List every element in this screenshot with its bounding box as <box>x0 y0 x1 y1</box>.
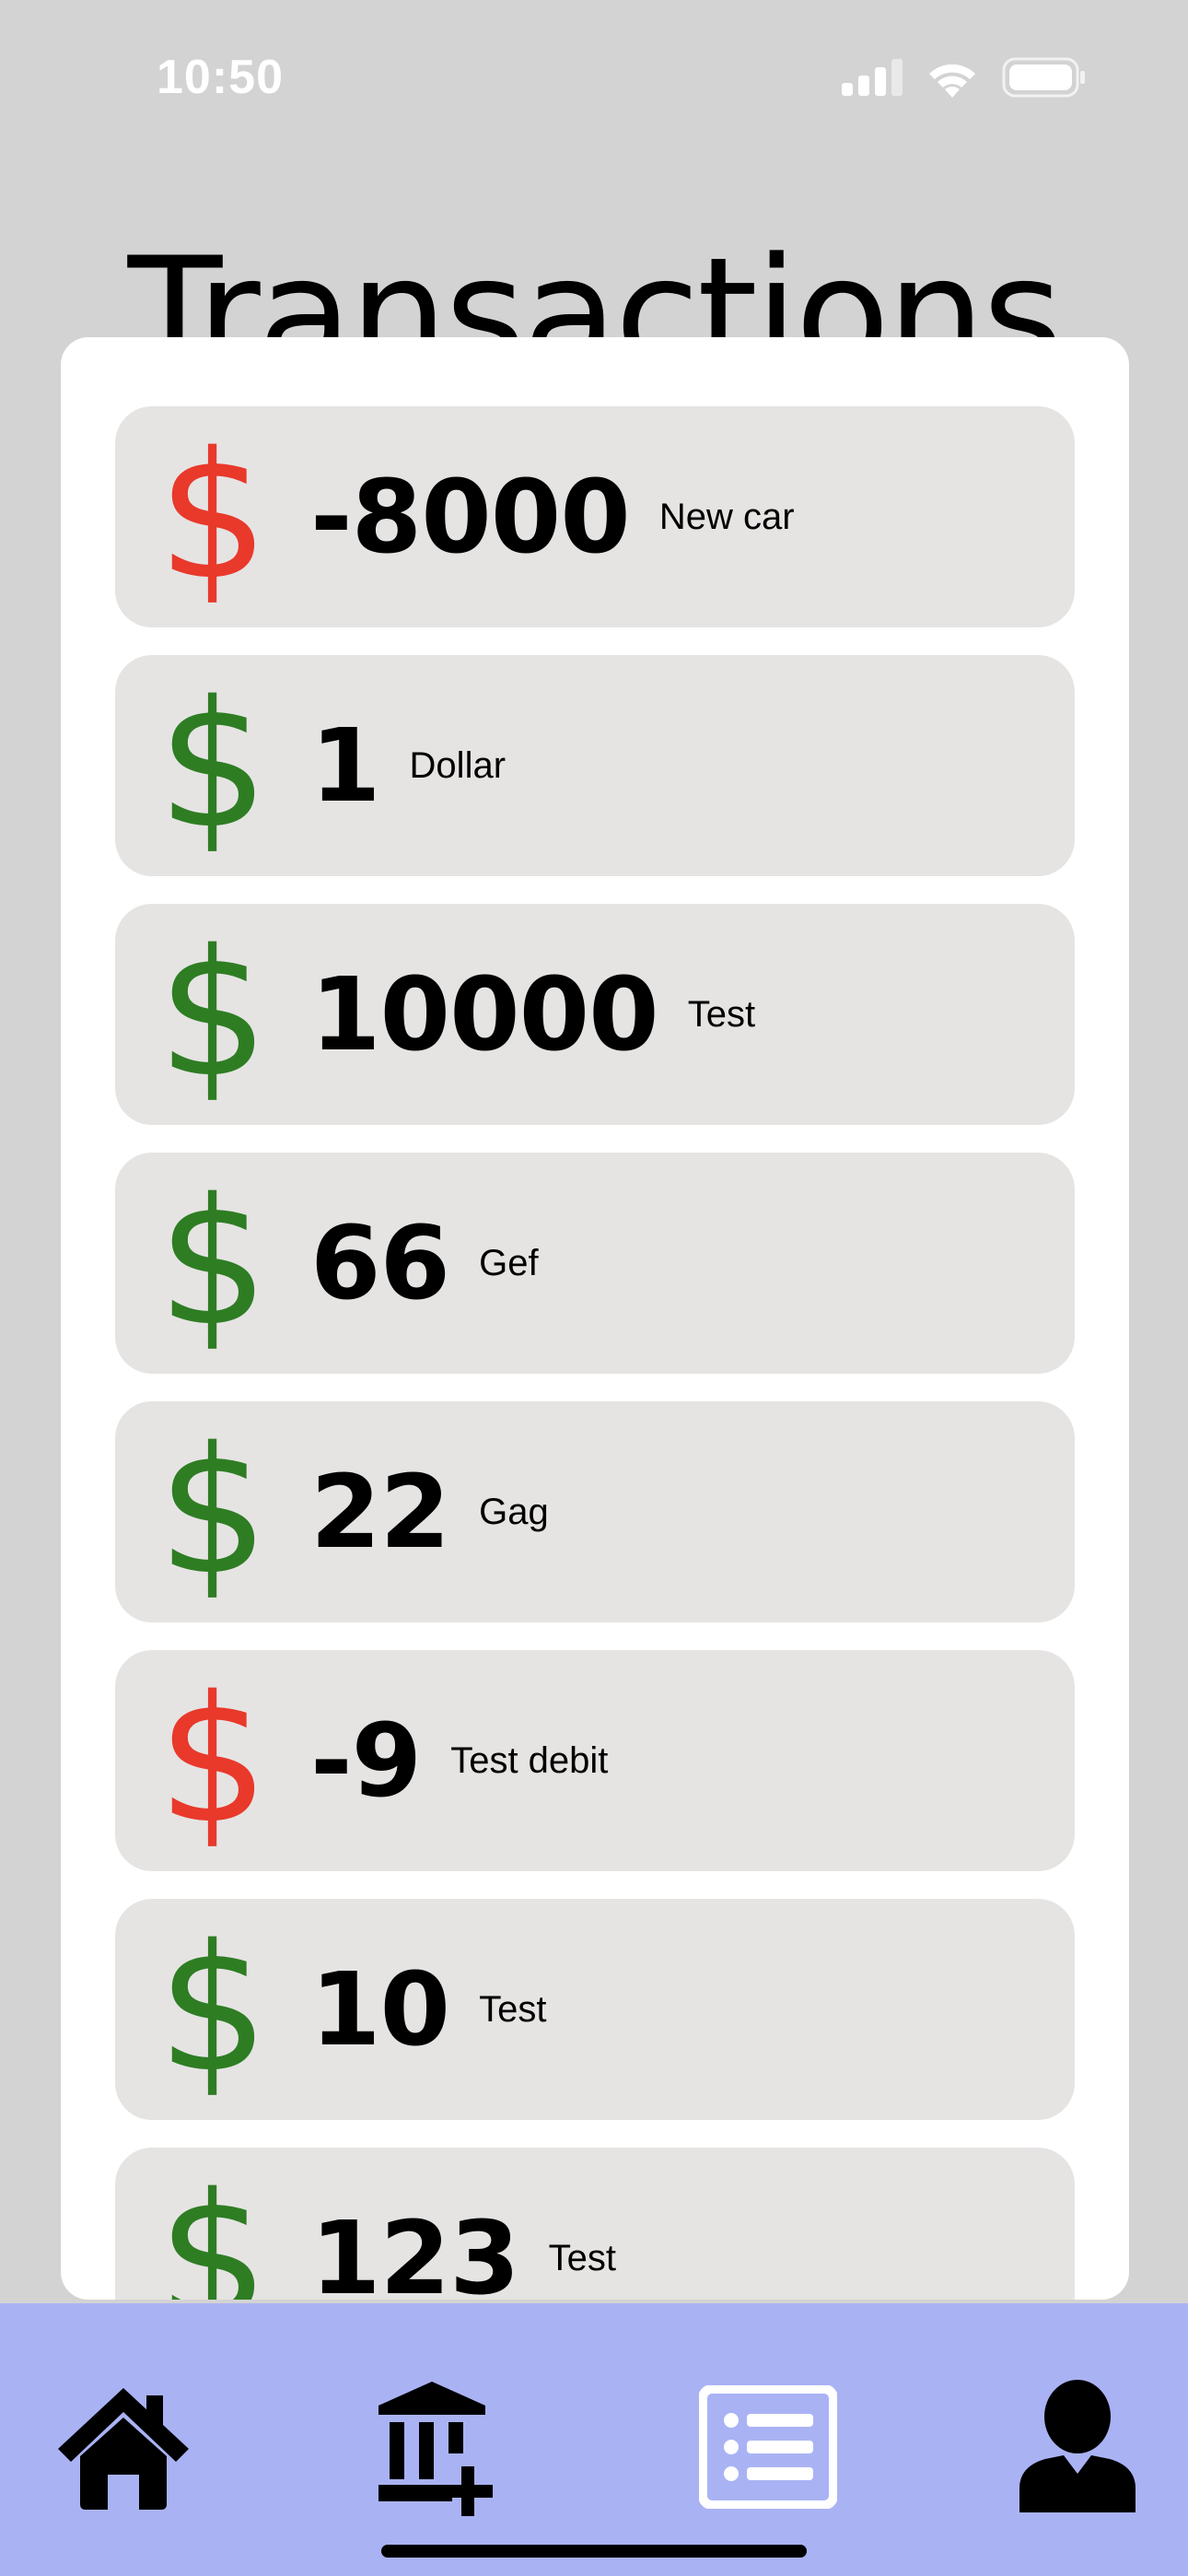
transaction-amount: 66 <box>310 1204 450 1322</box>
transaction-amount: -8000 <box>310 458 631 576</box>
battery-icon <box>1002 57 1087 102</box>
signal-icon <box>842 59 903 100</box>
bottom-nav-bar <box>0 2303 1188 2576</box>
transaction-description: Test <box>479 1988 547 2030</box>
profile-icon <box>1018 2378 1137 2521</box>
transaction-amount: -9 <box>310 1702 422 1820</box>
transaction-text: 1 Dollar <box>310 655 506 876</box>
transaction-text: 66 Gef <box>310 1153 539 1374</box>
dollar-icon: $ <box>157 1161 269 1364</box>
transaction-text: 10000 Test <box>310 904 755 1125</box>
transaction-text: 123 Test <box>310 2148 616 2300</box>
status-time: 10:50 <box>157 51 284 104</box>
nav-home-button[interactable] <box>50 2375 197 2523</box>
transaction-row[interactable]: $ 10 Test <box>115 1899 1075 2120</box>
home-icon <box>54 2383 192 2516</box>
transaction-description: Dollar <box>409 744 507 786</box>
transaction-description: Gef <box>479 1242 539 1283</box>
dollar-icon: $ <box>157 1907 269 2111</box>
transaction-list: $ -8000 New car $ 1 Dollar $ 10000 Test … <box>115 406 1075 2300</box>
nav-add-bank-button[interactable] <box>372 2375 519 2523</box>
transaction-description: Test debit <box>450 1739 609 1781</box>
nav-transactions-button[interactable] <box>694 2375 842 2523</box>
transaction-row[interactable]: $ 10000 Test <box>115 904 1075 1125</box>
transaction-row[interactable]: $ 66 Gef <box>115 1153 1075 1374</box>
transaction-description: Test <box>548 2237 616 2278</box>
transaction-description: Gag <box>479 1491 549 1532</box>
dollar-icon: $ <box>157 1658 269 1862</box>
transaction-description: New car <box>658 496 795 537</box>
add-bank-icon <box>377 2378 515 2521</box>
dollar-icon: $ <box>157 912 269 1116</box>
dollar-icon: $ <box>157 1410 269 1613</box>
transaction-text: 10 Test <box>310 1899 546 2120</box>
status-bar: 10:50 <box>0 0 1188 166</box>
transaction-text: -9 Test debit <box>310 1650 608 1871</box>
home-indicator <box>381 2545 807 2558</box>
transaction-amount: 10 <box>310 1950 450 2068</box>
transaction-row[interactable]: $ 22 Gag <box>115 1401 1075 1622</box>
transaction-row[interactable]: $ 123 Test <box>115 2148 1075 2300</box>
dollar-icon: $ <box>157 2156 269 2301</box>
transaction-row[interactable]: $ -8000 New car <box>115 406 1075 627</box>
status-icons <box>842 57 1087 102</box>
wifi-icon <box>925 57 980 102</box>
transaction-row[interactable]: $ -9 Test debit <box>115 1650 1075 1871</box>
transaction-amount: 10000 <box>310 955 659 1073</box>
transaction-description: Test <box>687 993 756 1035</box>
transaction-amount: 22 <box>310 1453 450 1571</box>
transaction-amount: 1 <box>310 707 381 825</box>
transaction-amount: 123 <box>310 2199 520 2300</box>
transaction-text: -8000 New car <box>310 406 795 627</box>
transaction-row[interactable]: $ 1 Dollar <box>115 655 1075 876</box>
list-icon <box>698 2383 838 2513</box>
dollar-icon: $ <box>157 415 269 618</box>
nav-profile-button[interactable] <box>1004 2375 1151 2523</box>
transaction-text: 22 Gag <box>310 1401 549 1622</box>
transactions-card: $ -8000 New car $ 1 Dollar $ 10000 Test … <box>61 337 1129 2300</box>
dollar-icon: $ <box>157 663 269 867</box>
